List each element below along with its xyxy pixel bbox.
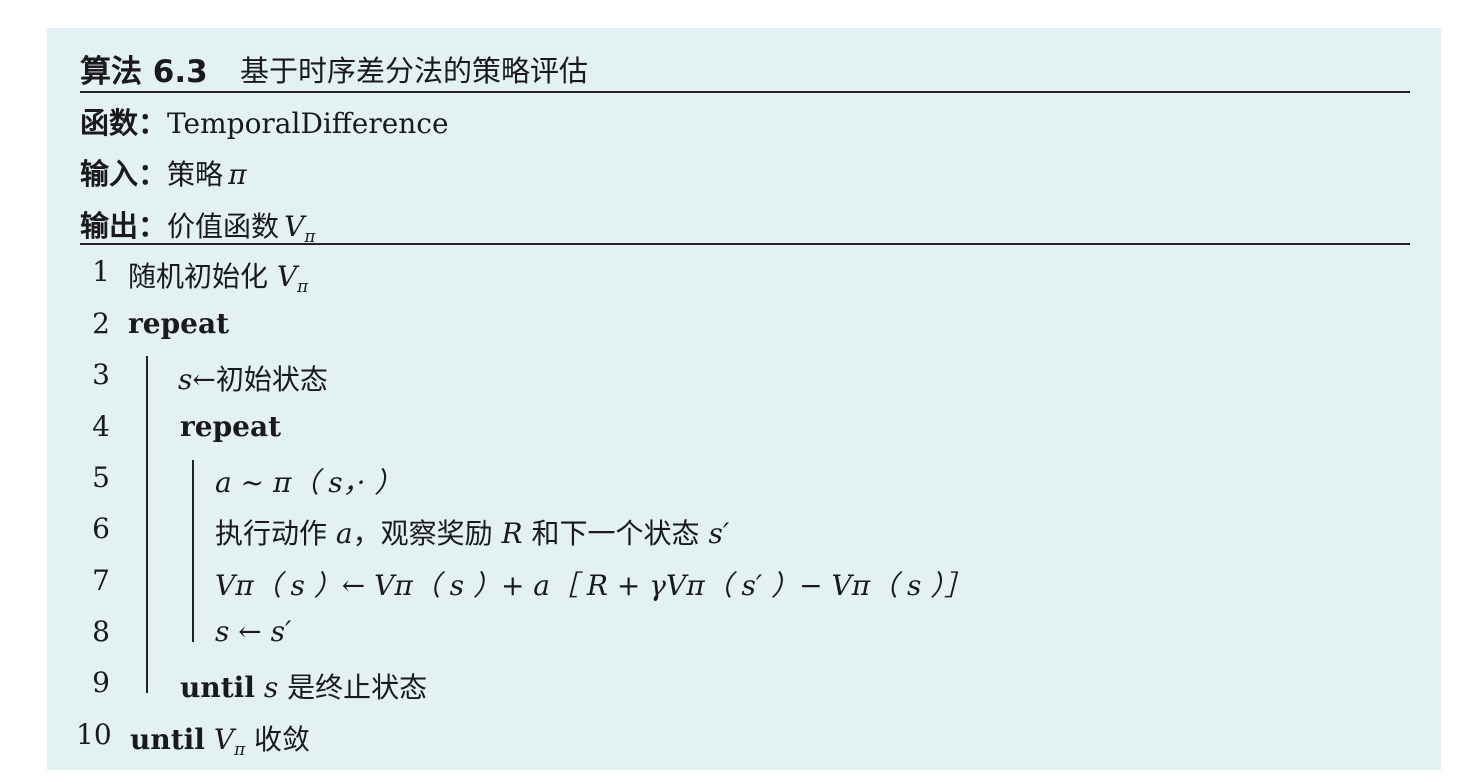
- output-symbol: Vπ: [284, 210, 316, 246]
- algorithm-label: 算法 6.3: [80, 54, 208, 90]
- top-rule: [80, 91, 1410, 93]
- inner-repeat-bar: [192, 460, 194, 642]
- line-number: 2: [92, 307, 110, 340]
- output-label: 输出：: [80, 209, 168, 243]
- function-label: 函数：: [80, 106, 168, 140]
- algo-line-1: 随机初始化 Vπ: [128, 260, 309, 296]
- algo-line-10: until Vπ 收敛: [130, 723, 311, 759]
- function-value: TemporalDifference: [167, 107, 449, 140]
- bottom-rule: [80, 243, 1410, 245]
- output-row: 输出：价值函数 Vπ: [80, 203, 315, 246]
- function-row: 函数：TemporalDifference: [80, 100, 449, 142]
- input-label: 输入：: [80, 157, 168, 191]
- line-number: 1: [92, 255, 110, 288]
- algo-line-6: 执行动作 a，观察奖励 R 和下一个状态 s′: [215, 517, 730, 550]
- algo-line-3: s←初始状态: [178, 363, 328, 396]
- algorithm-title: 基于时序差分法的策略评估: [240, 54, 589, 88]
- line-number: 6: [92, 512, 110, 545]
- algo-line-5: a ~ π（ s，· ）: [215, 466, 403, 499]
- line-number: 7: [92, 564, 110, 597]
- output-text: 价值函数: [167, 210, 280, 243]
- line-number: 10: [76, 718, 112, 751]
- line-number: 4: [92, 410, 110, 443]
- input-symbol: π: [228, 158, 247, 191]
- algo-line-7: Vπ（ s ）← Vπ（ s ）+ a［ R + γVπ（ s′ ）− Vπ（ …: [215, 569, 973, 602]
- algo-line-4: repeat: [180, 410, 282, 443]
- outer-repeat-bar: [146, 356, 148, 693]
- line-number: 8: [92, 615, 110, 648]
- algo-line-2: repeat: [128, 307, 230, 340]
- algo-line-9: until s 是终止状态: [180, 671, 428, 704]
- line-number: 5: [92, 461, 110, 494]
- input-text: 策略: [167, 158, 224, 191]
- line-number: 3: [92, 358, 110, 391]
- line-number: 9: [92, 666, 110, 699]
- input-row: 输入：策略 π: [80, 151, 247, 193]
- algo-line-8: s ← s′: [215, 615, 292, 648]
